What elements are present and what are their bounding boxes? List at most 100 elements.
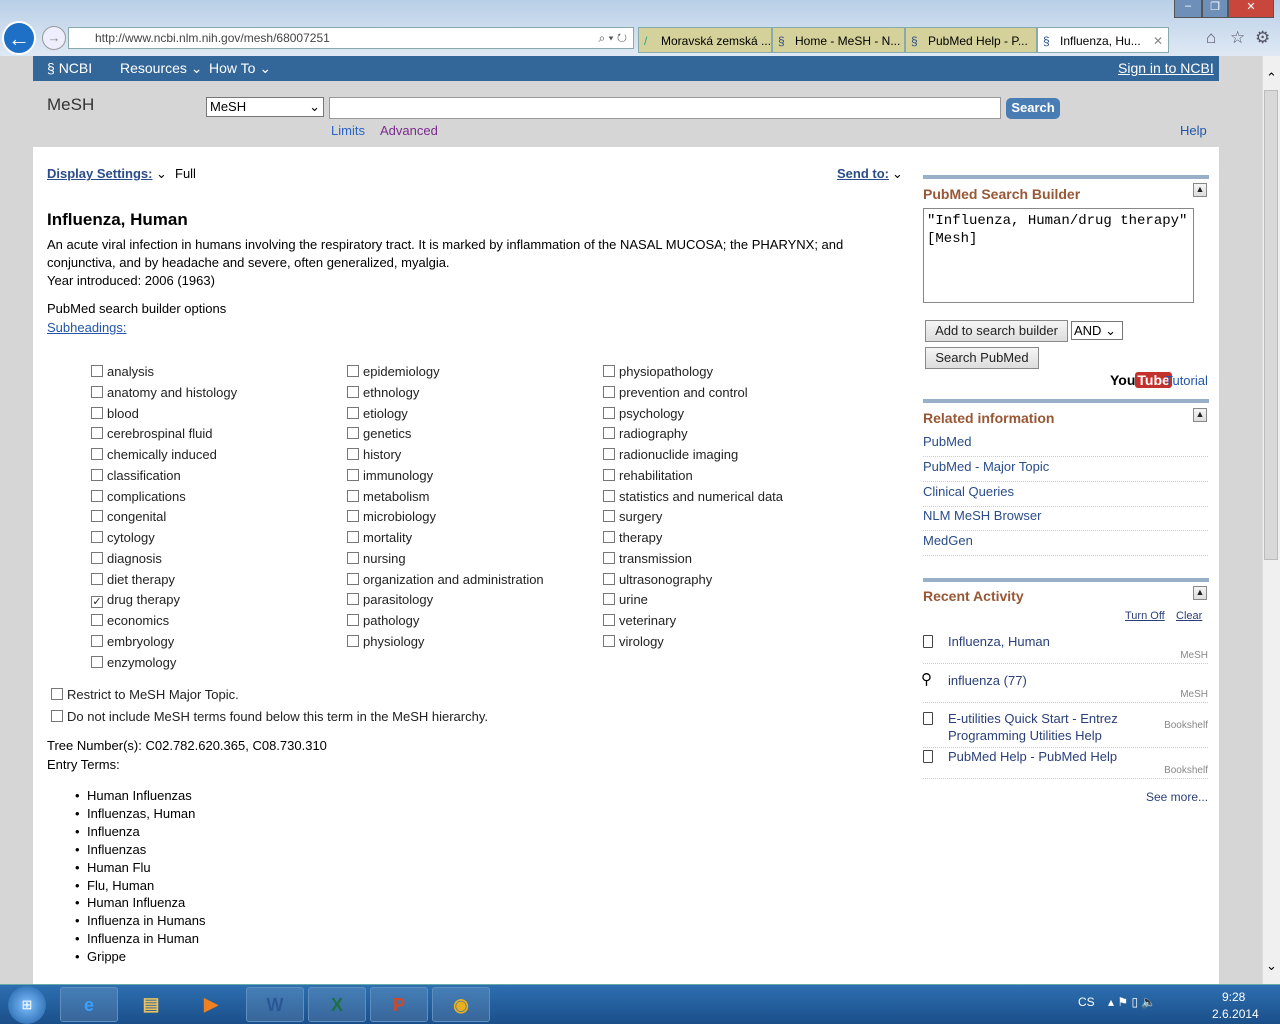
subheading-checkbox[interactable]: statistics and numerical data [603,489,783,504]
advanced-link[interactable]: Advanced [380,123,438,138]
subheading-checkbox[interactable]: urine [603,592,648,607]
checkbox[interactable] [347,614,359,626]
checkbox[interactable] [91,551,103,564]
checkbox[interactable]: ✓ [91,596,103,609]
checkbox[interactable] [603,489,615,502]
recent-item-link[interactable]: Influenza, Human [948,633,1208,650]
subheading-checkbox[interactable]: chemically induced [91,447,217,462]
display-settings-chevron-icon[interactable]: ⌄ [156,166,167,182]
search-refresh-icon[interactable]: ⌕ ▾ ↻ [598,28,627,48]
recent-item-link[interactable]: influenza (77) [948,672,1208,689]
media-player-taskbar-icon[interactable]: ▶ [182,987,240,1022]
subheading-checkbox[interactable]: enzymology [91,655,176,670]
subheading-checkbox[interactable]: physiology [347,634,424,649]
subheading-checkbox[interactable]: organization and administration [347,572,544,587]
explorer-taskbar-icon[interactable]: ▤ [122,987,180,1022]
subheading-checkbox[interactable]: economics [91,613,169,628]
subheading-checkbox[interactable]: classification [91,468,181,483]
clear-link[interactable]: Clear [1176,610,1202,622]
subheading-checkbox[interactable]: transmission [603,551,692,566]
search-builder-textarea[interactable]: "Influenza, Human/drug therapy"[Mesh] [923,208,1194,303]
forward-button[interactable]: → [42,26,66,50]
checkbox[interactable] [347,365,359,377]
checkbox[interactable] [603,406,615,419]
collapse-recent-button[interactable]: ▲ [1193,586,1207,600]
checkbox[interactable] [91,385,103,398]
subheading-checkbox[interactable]: diagnosis [91,551,162,566]
checkbox[interactable] [603,593,615,606]
resources-menu[interactable]: Resources ⌄ [120,60,203,77]
checkbox[interactable] [91,510,103,523]
help-link[interactable]: Help [1180,123,1207,138]
excel-taskbar-icon[interactable]: X [308,987,366,1022]
search-input[interactable] [329,97,1001,119]
home-icon[interactable]: ⌂ [1206,28,1216,48]
checkbox[interactable] [91,406,103,419]
scroll-down-arrow[interactable]: ⌄ [1263,958,1280,974]
subheading-checkbox[interactable]: history [347,447,401,462]
checkbox[interactable] [91,531,103,543]
turn-off-link[interactable]: Turn Off [1125,610,1165,622]
checkbox[interactable] [603,551,615,564]
subheading-checkbox[interactable]: radiography [603,426,688,441]
subheading-checkbox[interactable]: mortality [347,530,412,545]
gear-icon[interactable]: ⚙ [1255,28,1270,48]
checkbox[interactable] [347,489,359,502]
subheading-checkbox[interactable]: ethnology [347,385,419,400]
checkbox[interactable] [347,468,359,481]
major-topic-checkbox[interactable]: Restrict to MeSH Major Topic. [51,687,239,702]
search-pubmed-button[interactable]: Search PubMed [925,347,1039,369]
subheading-checkbox[interactable]: congenital [91,509,166,524]
checkbox[interactable] [347,385,359,398]
subheading-checkbox[interactable]: epidemiology [347,364,440,379]
related-link[interactable]: MedGen [923,531,1208,557]
checkbox[interactable] [347,531,359,543]
checkbox[interactable] [91,468,103,481]
subheading-checkbox[interactable]: therapy [603,530,662,545]
tutorial-link[interactable]: Tutorial [1165,373,1208,388]
ncbi-logo[interactable]: § NCBI [47,60,92,76]
tab-influenza[interactable]: § Influenza, Hu... ✕ [1037,27,1169,53]
subheading-checkbox[interactable]: embryology [91,634,174,649]
clock-date[interactable]: 2.6.2014 [1212,1007,1259,1021]
tab-pubmed-help[interactable]: § PubMed Help - P... [905,27,1037,53]
subheading-checkbox[interactable]: prevention and control [603,385,748,400]
see-more-link[interactable]: See more... [1146,790,1208,804]
limits-link[interactable]: Limits [331,123,365,138]
subheading-checkbox[interactable]: ultrasonography [603,572,712,587]
tray-icons[interactable]: ▴ ⚑ ▯ 🔈 [1108,995,1156,1009]
send-to-link[interactable]: Send to: [837,166,889,181]
checkbox[interactable] [347,510,359,523]
checkbox[interactable] [91,634,103,647]
subheading-checkbox[interactable]: pathology [347,613,419,628]
minimize-button[interactable]: – [1174,0,1202,18]
tab-moravska[interactable]: / Moravská zemská ... [638,27,772,53]
checkbox[interactable] [603,634,615,647]
subheading-checkbox[interactable]: diet therapy [91,572,175,587]
no-explode-checkbox[interactable]: Do not include MeSH terms found below th… [51,709,488,724]
search-button[interactable]: Search [1006,98,1060,119]
chrome-taskbar-icon[interactable]: ◉ [432,987,490,1022]
related-link[interactable]: PubMed - Major Topic [923,457,1208,482]
checkbox[interactable] [347,572,359,585]
checkbox[interactable] [603,510,615,523]
subheading-checkbox[interactable]: immunology [347,468,433,483]
subheading-checkbox[interactable]: parasitology [347,592,433,607]
checkbox[interactable] [603,427,615,440]
subheading-checkbox[interactable]: etiology [347,406,408,421]
subheading-checkbox[interactable]: ✓ drug therapy [91,592,180,609]
subheading-checkbox[interactable]: analysis [91,364,154,379]
related-link[interactable]: NLM MeSH Browser [923,506,1208,532]
scrollbar-thumb[interactable] [1264,90,1278,560]
subheading-checkbox[interactable]: cytology [91,530,155,545]
checkbox[interactable] [603,614,615,626]
send-to-chevron-icon[interactable]: ⌄ [892,166,903,182]
subheading-checkbox[interactable]: psychology [603,406,684,421]
subheading-checkbox[interactable]: metabolism [347,489,429,504]
operator-select[interactable]: AND ⌄ [1071,321,1123,340]
checkbox[interactable] [91,572,103,585]
close-tab-icon[interactable]: ✕ [1153,28,1163,52]
checkbox[interactable] [603,468,615,481]
database-select[interactable]: MeSH ⌄ [206,97,324,117]
subheading-checkbox[interactable]: genetics [347,426,411,441]
